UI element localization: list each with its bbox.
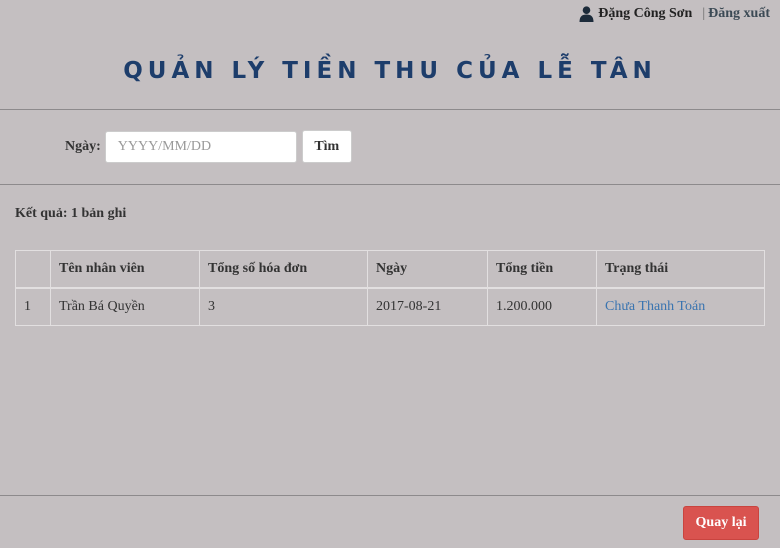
date-placeholder: YYYY/MM/DD (117, 138, 212, 154)
row-status: Chưa Thanh Toán (596, 287, 765, 326)
column-header-total: Tổng tiền (487, 250, 597, 289)
date-label: Ngày: (65, 138, 101, 154)
status-link[interactable]: Chưa Thanh Toán (605, 299, 705, 314)
row-date: 2017-08-21 (367, 287, 488, 326)
column-header-status: Trạng thái (596, 250, 765, 289)
table-header-row: Tên nhân viên Tổng số hóa đơn Ngày Tổng … (15, 250, 765, 289)
user-icon (579, 6, 594, 22)
logout-link[interactable]: Đăng xuất (708, 6, 770, 22)
column-header-index (15, 250, 51, 289)
search-form: Ngày: YYYY/MM/DD Tìm (65, 130, 352, 163)
divider-middle (0, 184, 780, 185)
row-index: 1 (15, 287, 51, 326)
search-button[interactable]: Tìm (301, 130, 352, 163)
user-name[interactable]: Đặng Công Sơn (598, 6, 692, 22)
revenue-table: Tên nhân viên Tổng số hóa đơn Ngày Tổng … (15, 250, 765, 326)
divider-top (0, 109, 780, 110)
column-header-employee: Tên nhân viên (50, 250, 200, 289)
column-header-invoice-count: Tổng số hóa đơn (199, 250, 368, 289)
table-row: 1 Trần Bá Quyền 3 2017-08-21 1.200.000 C… (15, 287, 765, 326)
row-invoice-count: 3 (199, 287, 368, 326)
row-employee: Trần Bá Quyền (50, 287, 200, 326)
header-separator: | (702, 6, 706, 21)
row-total: 1.200.000 (487, 287, 597, 326)
page-title: QUẢN LÝ TIỀN THU CỦA LỄ TÂN (123, 58, 657, 84)
date-input[interactable]: YYYY/MM/DD (104, 130, 297, 163)
column-header-date: Ngày (367, 250, 488, 289)
user-bar: Đặng Công Sơn | Đăng xuất (579, 6, 770, 22)
result-count: Kết quả: 1 bản ghi (15, 206, 127, 221)
divider-bottom (0, 495, 780, 496)
back-button[interactable]: Quay lại (683, 506, 759, 540)
